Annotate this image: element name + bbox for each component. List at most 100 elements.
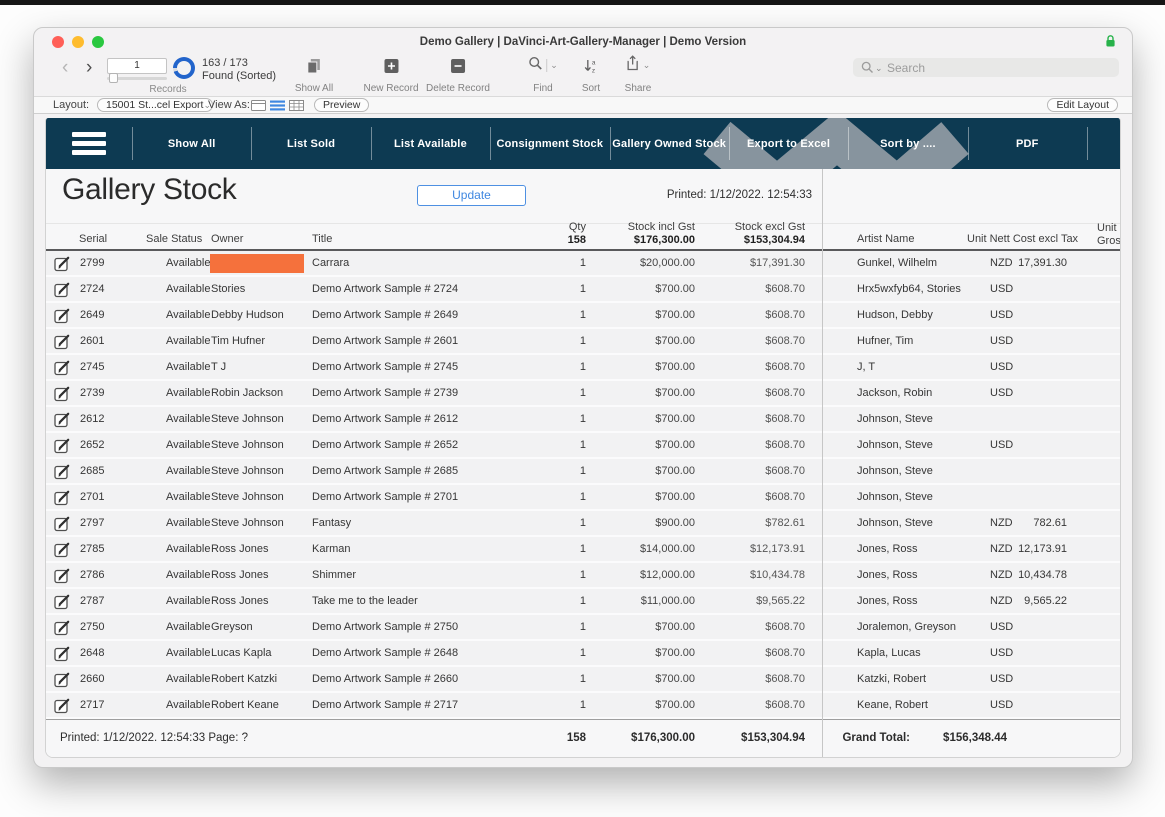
serial-cell[interactable]: 2724 [80,277,128,301]
title-cell[interactable]: Demo Artwork Sample # 2649 [312,303,542,327]
artist-name-cell[interactable]: Johnson, Steve [857,511,985,535]
edit-record-button[interactable] [54,463,71,480]
owner-cell[interactable]: Lucas Kapla [211,641,307,665]
artist-name-cell[interactable]: Johnson, Steve [857,407,985,431]
currency-cell[interactable]: USD [990,667,1022,691]
menu-item-list-sold[interactable]: List Sold [251,118,370,169]
artist-name-cell[interactable]: Joralemon, Greyson [857,615,985,639]
stock-excl-gst-cell[interactable]: $12,173.91 [665,537,805,561]
menu-item-pdf[interactable]: PDF [968,118,1087,169]
unit-nett-cost-cell[interactable]: 782.61 [967,511,1067,535]
table-view-icon[interactable] [289,100,304,114]
owner-cell[interactable]: Ross Jones [211,537,307,561]
serial-cell[interactable]: 2685 [80,459,128,483]
owner-cell[interactable]: Ross Jones [211,589,307,613]
record-slider[interactable] [107,77,167,80]
stock-excl-gst-cell[interactable]: $782.61 [665,511,805,535]
serial-cell[interactable]: 2660 [80,667,128,691]
artist-name-cell[interactable]: Gunkel, Wilhelm [857,251,985,275]
currency-cell[interactable]: USD [990,381,1022,405]
preview-button[interactable]: Preview [314,98,369,112]
serial-cell[interactable]: 2797 [80,511,128,535]
unit-nett-cost-cell[interactable]: 10,434.78 [967,563,1067,587]
search-box[interactable]: ⌄ [853,58,1119,77]
table-row[interactable]: 2660AvailableRobert KatzkiDemo Artwork S… [46,667,1120,693]
stock-excl-gst-cell[interactable]: $608.70 [665,459,805,483]
serial-cell[interactable]: 2739 [80,381,128,405]
title-cell[interactable]: Demo Artwork Sample # 2612 [312,407,542,431]
table-row[interactable]: 2652AvailableSteve JohnsonDemo Artwork S… [46,433,1120,459]
table-row[interactable]: 2601AvailableTim HufnerDemo Artwork Samp… [46,329,1120,355]
found-progress-ring-icon[interactable] [173,57,195,79]
serial-cell[interactable]: 2750 [80,615,128,639]
sort-button[interactable]: az Sort [582,57,600,94]
stock-excl-gst-cell[interactable]: $608.70 [665,277,805,301]
update-button[interactable]: Update [417,185,526,206]
edit-record-button[interactable] [54,541,71,558]
unit-nett-cost-cell[interactable]: 9,565.22 [967,589,1067,613]
edit-record-button[interactable] [54,437,71,454]
currency-cell[interactable]: USD [990,693,1022,717]
stock-excl-gst-cell[interactable]: $608.70 [665,615,805,639]
stock-excl-gst-cell[interactable]: $608.70 [665,485,805,509]
unit-nett-cost-cell[interactable]: 17,391.30 [967,251,1067,275]
serial-cell[interactable]: 2612 [80,407,128,431]
unit-nett-cost-cell[interactable]: 12,173.91 [967,537,1067,561]
stock-excl-gst-cell[interactable]: $608.70 [665,303,805,327]
title-cell[interactable]: Demo Artwork Sample # 2601 [312,329,542,353]
stock-excl-gst-cell[interactable]: $608.70 [665,329,805,353]
serial-cell[interactable]: 2717 [80,693,128,717]
table-row[interactable]: 2799AvailableCarrara1$20,000.00$17,391.3… [46,251,1120,277]
artist-name-cell[interactable]: Jones, Ross [857,563,985,587]
artist-name-cell[interactable]: J, T [857,355,985,379]
stock-excl-gst-cell[interactable]: $608.70 [665,407,805,431]
stock-excl-gst-cell[interactable]: $608.70 [665,381,805,405]
previous-record-button[interactable]: ‹ [62,59,68,77]
serial-cell[interactable]: 2799 [80,251,128,275]
edit-record-button[interactable] [54,281,71,298]
title-cell[interactable]: Demo Artwork Sample # 2685 [312,459,542,483]
chevron-down-icon[interactable]: ⌄ [875,64,883,73]
table-row[interactable]: 2648AvailableLucas KaplaDemo Artwork Sam… [46,641,1120,667]
artist-name-cell[interactable]: Hufner, Tim [857,329,985,353]
artist-name-cell[interactable]: Keane, Robert [857,693,985,717]
stock-excl-gst-cell[interactable]: $9,565.22 [665,589,805,613]
menu-item-show-all[interactable]: Show All [132,118,251,169]
table-row[interactable]: 2649AvailableDebby HudsonDemo Artwork Sa… [46,303,1120,329]
artist-name-cell[interactable]: Jackson, Robin [857,381,985,405]
serial-cell[interactable]: 2648 [80,641,128,665]
title-cell[interactable]: Demo Artwork Sample # 2750 [312,615,542,639]
table-row[interactable]: 2612AvailableSteve JohnsonDemo Artwork S… [46,407,1120,433]
table-row[interactable]: 2786AvailableRoss JonesShimmer1$12,000.0… [46,563,1120,589]
delete-record-button[interactable]: Delete Record [426,57,490,94]
record-slider-thumb[interactable] [109,73,118,83]
menu-item-sort-by[interactable]: Sort by .... [848,118,967,169]
edit-record-button[interactable] [54,515,71,532]
title-cell[interactable]: Shimmer [312,563,542,587]
artist-name-cell[interactable]: Jones, Ross [857,537,985,561]
table-row[interactable]: 2745AvailableT JDemo Artwork Sample # 27… [46,355,1120,381]
owner-cell[interactable]: Robert Keane [211,693,307,717]
edit-record-button[interactable] [54,697,71,714]
stock-excl-gst-cell[interactable]: $608.70 [665,641,805,665]
currency-cell[interactable]: USD [990,615,1022,639]
owner-cell[interactable]: T J [211,355,307,379]
table-row[interactable]: 2717AvailableRobert KeaneDemo Artwork Sa… [46,693,1120,719]
table-row[interactable]: 2797AvailableSteve JohnsonFantasy1$900.0… [46,511,1120,537]
table-row[interactable]: 2750AvailableGreysonDemo Artwork Sample … [46,615,1120,641]
edit-record-button[interactable] [54,307,71,324]
serial-cell[interactable]: 2786 [80,563,128,587]
artist-name-cell[interactable]: Jones, Ross [857,589,985,613]
owner-cell[interactable]: Greyson [211,615,307,639]
serial-cell[interactable]: 2652 [80,433,128,457]
serial-cell[interactable]: 2649 [80,303,128,327]
stock-excl-gst-cell[interactable]: $608.70 [665,355,805,379]
artist-name-cell[interactable]: Hudson, Debby [857,303,985,327]
serial-cell[interactable]: 2787 [80,589,128,613]
owner-cell[interactable]: Tim Hufner [211,329,307,353]
edit-record-button[interactable] [54,593,71,610]
owner-cell[interactable]: Steve Johnson [211,459,307,483]
title-cell[interactable]: Demo Artwork Sample # 2648 [312,641,542,665]
form-view-icon[interactable] [251,100,266,114]
chevron-down-icon[interactable]: ⌄ [550,61,558,70]
